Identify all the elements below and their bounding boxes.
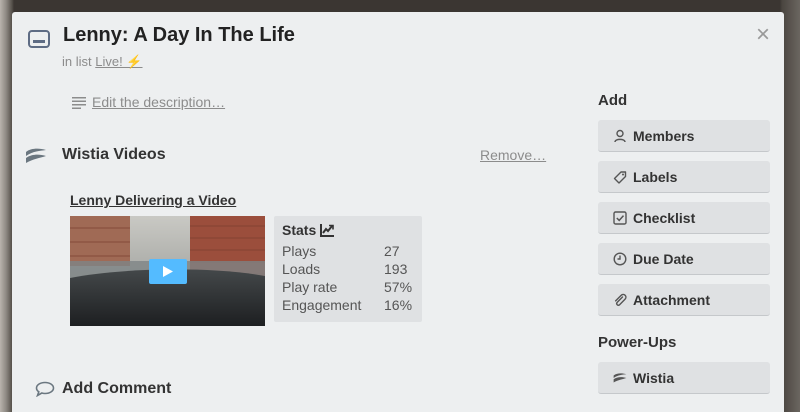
- due-date-button-label: Due Date: [633, 251, 694, 267]
- stat-label-play-rate: Play rate: [282, 279, 338, 295]
- list-prefix: in list: [62, 54, 92, 69]
- video-title-link[interactable]: Lenny Delivering a Video: [70, 192, 236, 208]
- description-icon: [72, 97, 86, 109]
- stat-value-engagement: 16%: [384, 297, 413, 313]
- checkbox-icon: [613, 211, 627, 225]
- labels-button[interactable]: Labels: [598, 161, 770, 193]
- due-date-button[interactable]: Due Date: [598, 243, 770, 275]
- person-icon: [614, 129, 626, 143]
- video-thumbnail[interactable]: [70, 216, 265, 326]
- play-icon: [163, 266, 173, 277]
- checklist-button-label: Checklist: [633, 210, 696, 226]
- close-icon[interactable]: ×: [752, 23, 774, 47]
- members-button-label: Members: [633, 128, 695, 144]
- play-button[interactable]: [149, 259, 187, 284]
- clock-icon: [613, 252, 627, 266]
- wistia-icon: [613, 373, 627, 383]
- card-list-info: in list Live! ⚡: [62, 54, 143, 70]
- stat-value-loads: 193: [384, 261, 408, 277]
- power-ups-heading: Power-Ups: [598, 334, 677, 351]
- add-heading: Add: [598, 92, 628, 109]
- remove-wistia-link[interactable]: Remove…: [480, 147, 546, 163]
- wistia-icon: [26, 148, 46, 163]
- tag-icon: [613, 171, 627, 184]
- list-link[interactable]: Live! ⚡: [95, 54, 142, 69]
- stat-value-plays: 27: [384, 243, 400, 259]
- labels-button-label: Labels: [633, 169, 678, 185]
- add-comment-title: Add Comment: [62, 380, 172, 397]
- video-stats-panel: Stats Plays 27 Loads 193 Play rate 57% E…: [274, 216, 422, 322]
- card-detail-modal: Lenny: A Day In The Life in list Live! ⚡…: [12, 12, 784, 412]
- stat-label-plays: Plays: [282, 243, 317, 259]
- card-icon: [28, 30, 50, 48]
- card-title[interactable]: Lenny: A Day In The Life: [63, 24, 295, 47]
- stat-value-play-rate: 57%: [384, 279, 413, 295]
- stats-title-text: Stats: [282, 222, 317, 238]
- comment-icon: [35, 381, 55, 397]
- stat-label-loads: Loads: [282, 261, 321, 277]
- wistia-button-label: Wistia: [633, 370, 675, 386]
- attachment-button[interactable]: Attachment: [598, 284, 770, 316]
- members-button[interactable]: Members: [598, 120, 770, 152]
- checklist-button[interactable]: Checklist: [598, 202, 770, 234]
- attachment-button-label: Attachment: [633, 292, 711, 308]
- wistia-section-title: Wistia Videos: [62, 146, 166, 163]
- stats-heading: Stats: [282, 222, 335, 238]
- edit-description-link[interactable]: Edit the description…: [92, 94, 225, 110]
- stat-label-engagement: Engagement: [282, 297, 362, 313]
- paperclip-icon: [614, 293, 627, 306]
- wistia-power-up-button[interactable]: Wistia: [598, 362, 770, 394]
- trend-chart-icon: [320, 224, 335, 237]
